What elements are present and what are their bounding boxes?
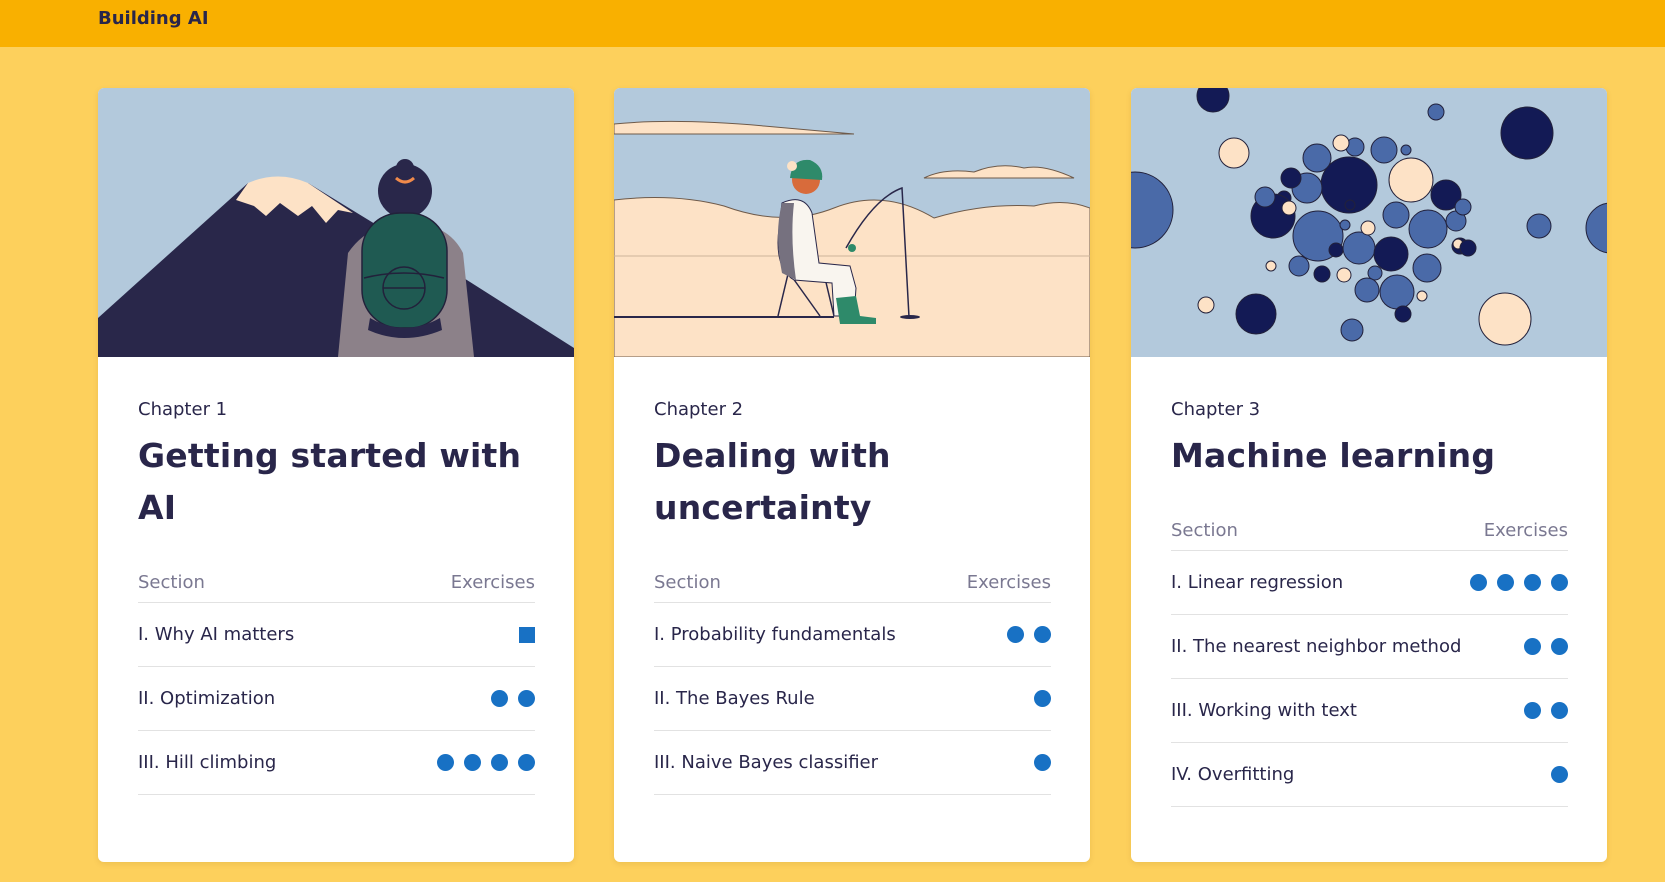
section-title: III. Working with text	[1171, 700, 1357, 721]
exercise-indicators	[1524, 638, 1568, 655]
top-bar: Building AI	[0, 0, 1665, 47]
exercise-dot-icon	[1524, 638, 1541, 655]
exercise-dot-icon	[1524, 574, 1541, 591]
exercise-dot-icon	[1470, 574, 1487, 591]
section-title: II. Optimization	[138, 688, 276, 709]
exercise-dot-icon	[437, 754, 454, 771]
section-row-naive-bayes-classifier[interactable]: III. Naive Bayes classifier	[654, 731, 1051, 795]
hiker-mountain-illustration	[98, 88, 574, 357]
exercise-indicators	[1034, 690, 1051, 707]
exercise-indicators	[519, 626, 535, 643]
exercise-dot-icon	[464, 754, 481, 771]
section-row-optimization[interactable]: II. Optimization	[138, 667, 535, 731]
section-title: I. Why AI matters	[138, 624, 295, 645]
chapter-title: Getting started with AI	[138, 436, 522, 527]
exercise-indicators	[1524, 702, 1568, 719]
bubble-cluster-illustration	[1131, 88, 1607, 357]
exercise-dot-icon	[491, 754, 508, 771]
exercise-dot-icon	[1034, 626, 1051, 643]
section-row-why-ai-matters[interactable]: I. Why AI matters	[138, 603, 535, 667]
chapter-title: Dealing with uncertainty	[654, 436, 891, 527]
exercise-dot-icon	[518, 690, 535, 707]
brand-title[interactable]: Building AI	[98, 8, 209, 29]
chapter-card-3[interactable]: Chapter 3 Machine learning Section Exerc…	[1131, 88, 1607, 862]
exercise-indicators	[491, 690, 535, 707]
exercise-dot-icon	[1551, 766, 1568, 783]
exercise-indicators	[1034, 754, 1051, 771]
exercises-column-label: Exercises	[1483, 519, 1568, 541]
exercise-dot-icon	[1007, 626, 1024, 643]
chapter-card-1[interactable]: Chapter 1 Getting started with AI Sectio…	[98, 88, 574, 862]
exercise-dot-icon	[1034, 754, 1051, 771]
exercise-square-icon	[519, 626, 535, 643]
exercise-indicators	[1007, 626, 1051, 643]
section-row-probability-fundamentals[interactable]: I. Probability fundamentals	[654, 603, 1051, 667]
chapter-label: Chapter 3	[1171, 399, 1261, 420]
exercise-indicators	[437, 754, 535, 771]
section-table-header: Section Exercises	[1171, 510, 1568, 551]
chapter-title: Machine learning	[1171, 436, 1496, 475]
section-title: II. The Bayes Rule	[654, 688, 815, 709]
chapter-label: Chapter 2	[654, 399, 744, 420]
exercise-dot-icon	[491, 690, 508, 707]
exercise-dot-icon	[518, 754, 535, 771]
exercise-dot-icon	[1524, 702, 1541, 719]
section-title: III. Hill climbing	[138, 752, 277, 773]
section-title: II. The nearest neighbor method	[1171, 636, 1462, 657]
section-column-label: Section	[1171, 519, 1238, 541]
section-title: III. Naive Bayes classifier	[654, 752, 879, 773]
section-title: IV. Overfitting	[1171, 764, 1295, 785]
chapter-card-2[interactable]: Chapter 2 Dealing with uncertainty Secti…	[614, 88, 1090, 862]
exercise-indicators	[1470, 574, 1568, 591]
ice-fishing-illustration	[614, 88, 1090, 357]
exercise-dot-icon	[1551, 702, 1568, 719]
chapter-label: Chapter 1	[138, 399, 228, 420]
section-row-hill-climbing[interactable]: III. Hill climbing	[138, 731, 535, 795]
exercise-dot-icon	[1551, 638, 1568, 655]
section-row-linear-regression[interactable]: I. Linear regression	[1171, 551, 1568, 615]
exercise-dot-icon	[1551, 574, 1568, 591]
section-column-label: Section	[654, 571, 721, 593]
section-column-label: Section	[138, 571, 205, 593]
exercise-dot-icon	[1034, 690, 1051, 707]
exercises-column-label: Exercises	[450, 571, 535, 593]
section-row-overfitting[interactable]: IV. Overfitting	[1171, 743, 1568, 807]
section-row-nearest-neighbor[interactable]: II. The nearest neighbor method	[1171, 615, 1568, 679]
exercise-dot-icon	[1497, 574, 1514, 591]
section-row-working-with-text[interactable]: III. Working with text	[1171, 679, 1568, 743]
section-table-header: Section Exercises	[654, 562, 1051, 603]
section-title: I. Linear regression	[1171, 572, 1344, 593]
section-row-bayes-rule[interactable]: II. The Bayes Rule	[654, 667, 1051, 731]
exercise-indicators	[1551, 766, 1568, 783]
exercises-column-label: Exercises	[966, 571, 1051, 593]
section-title: I. Probability fundamentals	[654, 624, 896, 645]
section-table-header: Section Exercises	[138, 562, 535, 603]
